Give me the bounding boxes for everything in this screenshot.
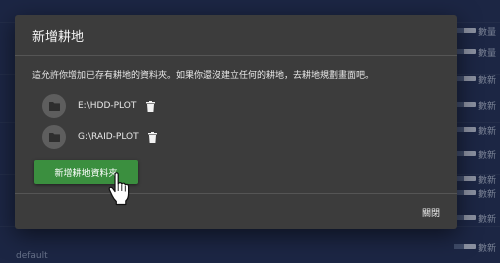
trash-icon[interactable] [146, 130, 160, 144]
dialog-footer-divider [15, 193, 457, 194]
trash-icon[interactable] [143, 99, 157, 113]
folder-icon [42, 125, 66, 149]
dialog-title: 新增耕地 [32, 30, 85, 45]
folder-icon [42, 94, 66, 118]
folder-path: G:\RAID-PLOT [78, 132, 139, 142]
folder-path: E:\HDD-PLOT [78, 101, 137, 111]
folder-row: E:\HDD-PLOT [42, 93, 157, 119]
close-button[interactable]: 關閉 [422, 206, 440, 219]
dialog-description: 這允許你增加已存有耕地的資料夾。如果你還沒建立任何的耕地，去耕地規劃畫面吧。 [32, 71, 375, 81]
folder-row: G:\RAID-PLOT [42, 124, 160, 150]
add-plot-dialog: 新增耕地 這允許你增加已存有耕地的資料夾。如果你還沒建立任何的耕地，去耕地規劃畫… [15, 15, 457, 229]
hand-cursor-icon [108, 172, 130, 206]
dialog-divider [15, 55, 457, 56]
